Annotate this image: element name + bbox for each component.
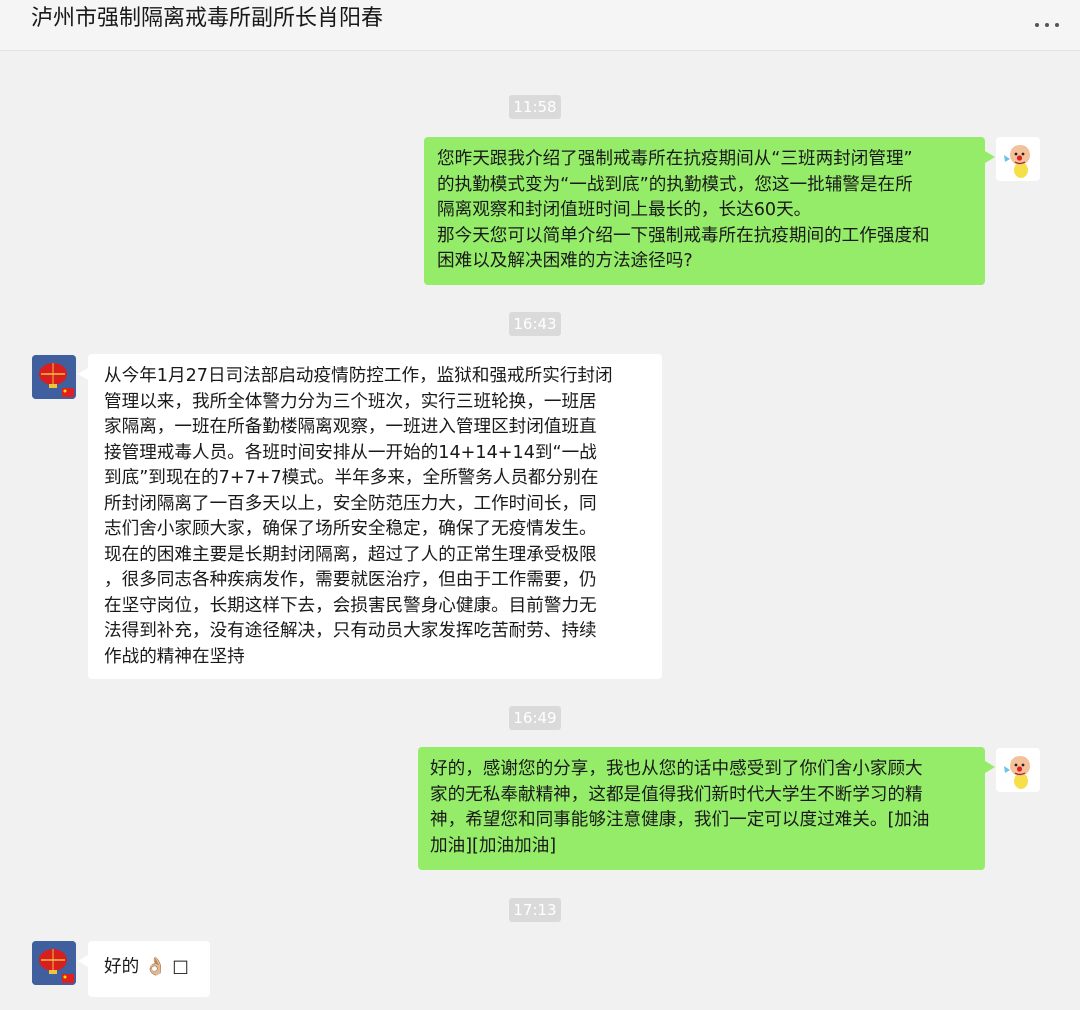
received-message[interactable]: 从今年1月27日司法部启动疫情防控工作，监狱和强戒所实行封闭 管理以来，我所全体… xyxy=(78,354,662,679)
contact-avatar-icon[interactable] xyxy=(32,355,76,399)
my-avatar-icon[interactable] xyxy=(996,748,1040,792)
received-message[interactable]: 好的 👌🏼 □ xyxy=(78,941,210,997)
chat-title: 泸州市强制隔离戒毒所副所长肖阳春 xyxy=(31,6,384,31)
chat-header: 泸州市强制隔离戒毒所副所长肖阳春 xyxy=(0,0,1080,51)
timestamp: 16:43 xyxy=(509,312,561,336)
timestamp: 17:13 xyxy=(509,898,561,922)
sent-message[interactable]: 好的，感谢您的分享，我也从您的话中感受到了你们舍小家顾大 家的无私奉献精神，这都… xyxy=(418,747,995,870)
my-avatar-icon[interactable] xyxy=(996,137,1040,181)
sent-message[interactable]: 您昨天跟我介绍了强制戒毒所在抗疫期间从“三班两封闭管理” 的执勤模式变为“一战到… xyxy=(424,137,995,285)
timestamp: 16:49 xyxy=(509,706,561,730)
more-icon[interactable] xyxy=(1032,6,1062,36)
contact-avatar-icon[interactable] xyxy=(32,941,76,985)
timestamp: 11:58 xyxy=(509,95,561,119)
